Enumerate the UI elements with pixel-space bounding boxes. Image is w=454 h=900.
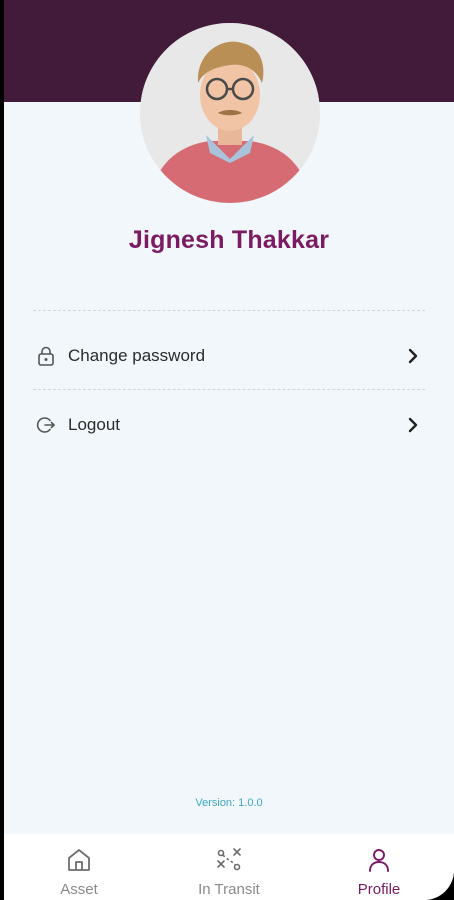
avatar-photo — [140, 23, 320, 203]
nav-label-asset: Asset — [60, 881, 98, 898]
person-icon — [369, 849, 389, 872]
version-label: Version: 1.0.0 — [195, 797, 263, 809]
avatar — [140, 23, 320, 203]
bottom-nav: Asset In Transit Profile — [4, 834, 454, 900]
logout-row[interactable]: Logout — [33, 405, 425, 445]
logout-icon — [35, 414, 57, 436]
profile-screen: Jignesh Thakkar Change password Logout V… — [4, 0, 454, 900]
change-password-label: Change password — [68, 346, 206, 365]
change-password-row[interactable]: Change password — [33, 336, 425, 376]
nav-item-asset[interactable]: Asset — [4, 834, 154, 900]
nav-label-profile: Profile — [357, 881, 401, 898]
route-icon — [217, 848, 241, 871]
nav-label-in-transit: In Transit — [198, 881, 260, 898]
divider-middle — [33, 389, 425, 390]
chevron-right-icon — [404, 416, 422, 434]
lock-icon — [35, 345, 57, 367]
nav-item-in-transit[interactable]: In Transit — [154, 834, 304, 900]
logout-label: Logout — [68, 415, 120, 434]
profile-name: Jignesh Thakkar — [128, 226, 330, 254]
nav-item-profile[interactable]: Profile — [304, 834, 454, 900]
chevron-right-icon — [404, 347, 422, 365]
divider-top — [33, 310, 425, 311]
home-icon — [68, 849, 90, 871]
